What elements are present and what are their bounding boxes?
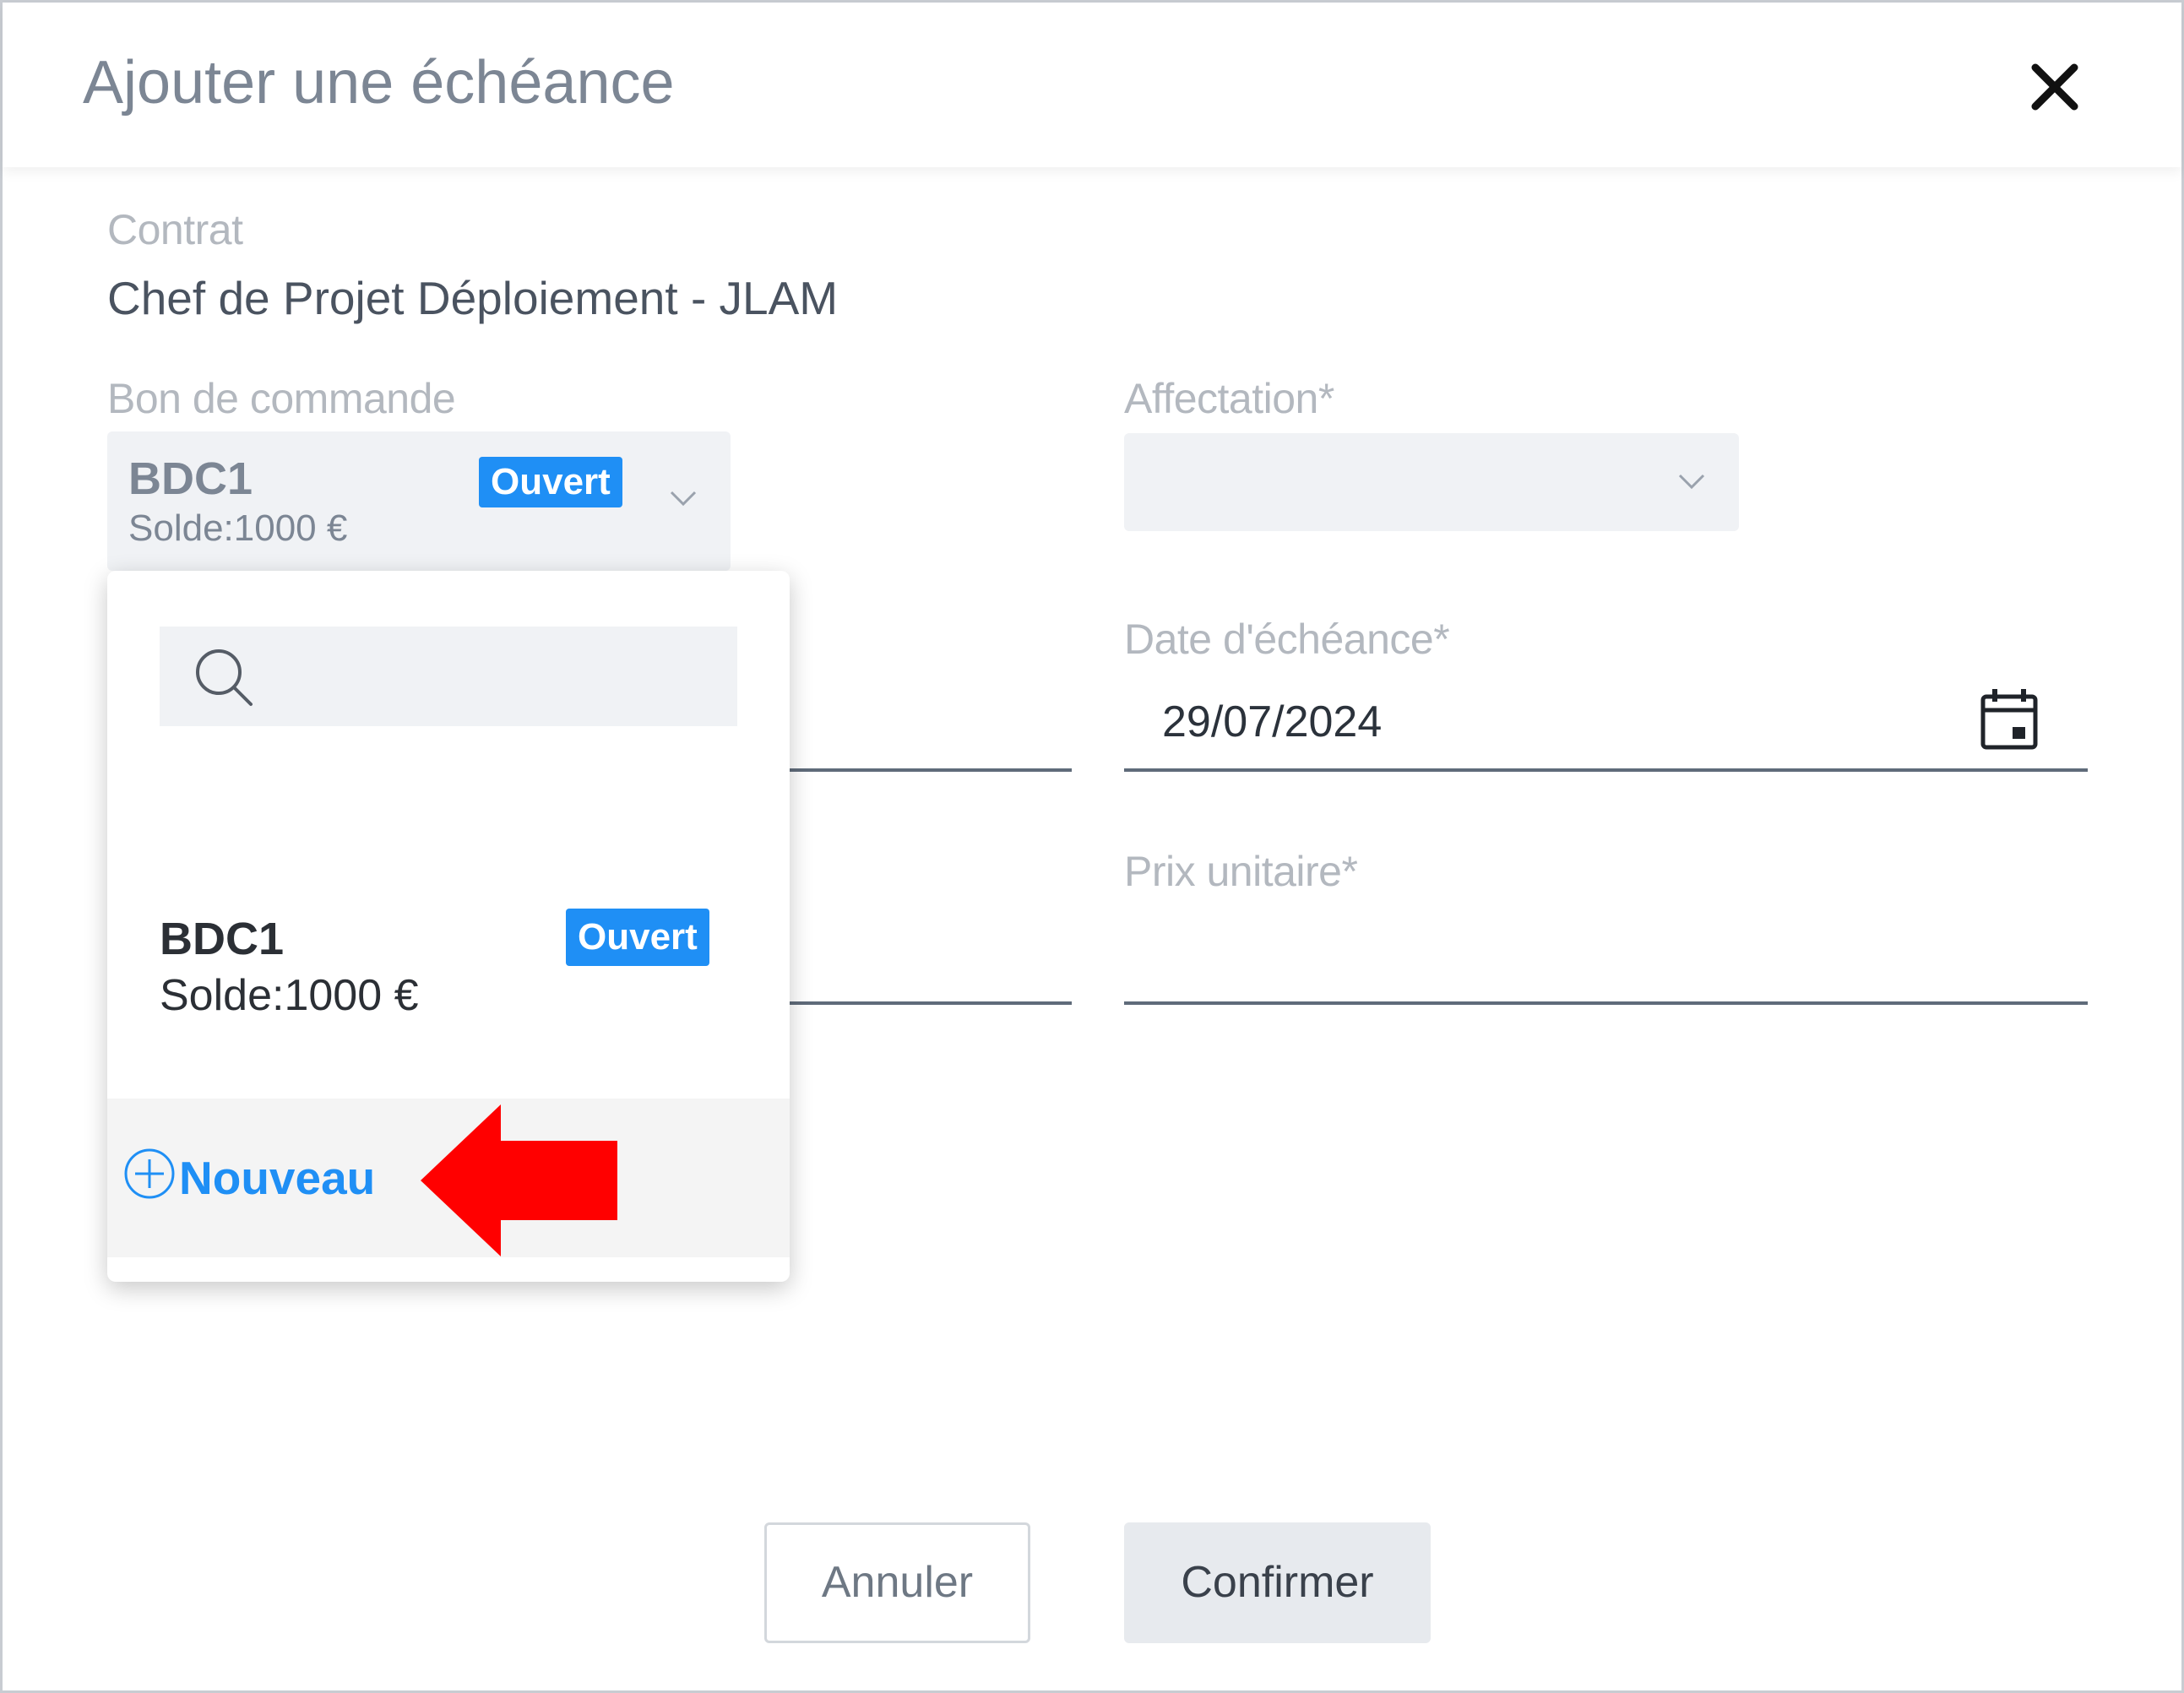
due-date-underline — [1124, 768, 2088, 772]
dropdown-option[interactable]: BDC1 Ouvert Solde:1000 € — [107, 909, 790, 1094]
option-badge: Ouvert — [566, 909, 709, 966]
close-button[interactable] — [2017, 49, 2093, 125]
contract-value: Chef de Projet Déploiement - JLAM — [107, 272, 839, 324]
close-icon — [2031, 63, 2078, 111]
order-label: Bon de commande — [107, 375, 456, 422]
assignment-label: Affectation* — [1124, 375, 1334, 422]
due-date-value: 29/07/2024 — [1162, 697, 1383, 746]
order-select[interactable]: BDC1 Ouvert Solde:1000 € — [107, 431, 731, 571]
chevron-down-icon — [670, 491, 697, 507]
search-icon — [196, 649, 253, 706]
contract-label: Contrat — [107, 206, 243, 253]
due-date-field[interactable]: 29/07/2024 — [1124, 678, 2088, 769]
due-date-label: Date d'échéance* — [1124, 616, 1450, 663]
new-order-label: Nouveau — [179, 1152, 376, 1204]
option-balance: Solde:1000 € — [160, 971, 419, 1020]
chevron-down-icon — [1678, 474, 1705, 490]
plus-circle-icon — [124, 1148, 175, 1199]
red-arrow-icon — [421, 1104, 617, 1256]
option-name: BDC1 — [160, 914, 285, 964]
unit-price-underline — [1124, 1001, 2088, 1005]
unit-price-field[interactable] — [1124, 910, 2088, 1001]
unit-price-label: Prix unitaire* — [1124, 848, 1358, 895]
assignment-select[interactable] — [1124, 433, 1739, 531]
calendar-icon[interactable] — [1979, 686, 2040, 752]
order-selected-balance: Solde:1000 € — [128, 507, 348, 549]
add-due-date-dialog: Ajouter une échéance Contrat Chef de Pro… — [0, 0, 2184, 1693]
confirm-button[interactable]: Confirmer — [1124, 1522, 1431, 1643]
dialog-title: Ajouter une échéance — [83, 49, 675, 117]
order-selected-badge: Ouvert — [479, 457, 622, 507]
cancel-button[interactable]: Annuler — [764, 1522, 1030, 1643]
order-selected-name: BDC1 — [128, 453, 253, 504]
dialog-header: Ajouter une échéance — [3, 3, 2181, 167]
